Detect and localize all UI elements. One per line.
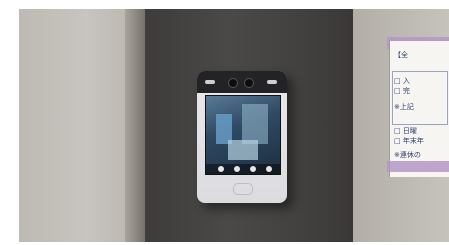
screen-status-bar	[206, 164, 280, 174]
wall-corner	[125, 9, 147, 242]
tape-bottom	[387, 161, 449, 172]
notice-line: 【全	[394, 51, 408, 59]
screen-light	[228, 140, 258, 160]
sensor-left-icon	[205, 80, 215, 84]
notice-line: □ 日曜	[394, 127, 417, 135]
screen-background	[242, 104, 268, 144]
notice-line: ※連休の	[394, 151, 421, 159]
terminal-screen[interactable]	[205, 95, 281, 175]
card-reader-icon[interactable]	[233, 183, 253, 195]
status-dot-icon	[266, 166, 272, 172]
notice-line: ※上記	[394, 103, 414, 111]
camera-bar	[197, 71, 287, 93]
wall-notice: 【全 □ 入 □ 完 ※上記 □ 日曜 □ 年末年 ※連休の	[389, 41, 449, 177]
status-dot-icon	[250, 166, 256, 172]
camera-icon	[228, 78, 238, 88]
photo-scene: 【全 □ 入 □ 完 ※上記 □ 日曜 □ 年末年 ※連休の	[19, 9, 449, 242]
face-recognition-terminal[interactable]	[197, 71, 287, 203]
status-dot-icon	[234, 166, 240, 172]
wall-left	[19, 9, 131, 242]
notice-line: □ 年末年	[394, 137, 424, 145]
camera-icon	[244, 78, 254, 88]
notice-line: □ 入	[394, 77, 410, 85]
status-dot-icon	[218, 166, 224, 172]
sensor-right-icon	[267, 80, 277, 84]
notice-line: □ 完	[394, 87, 410, 95]
